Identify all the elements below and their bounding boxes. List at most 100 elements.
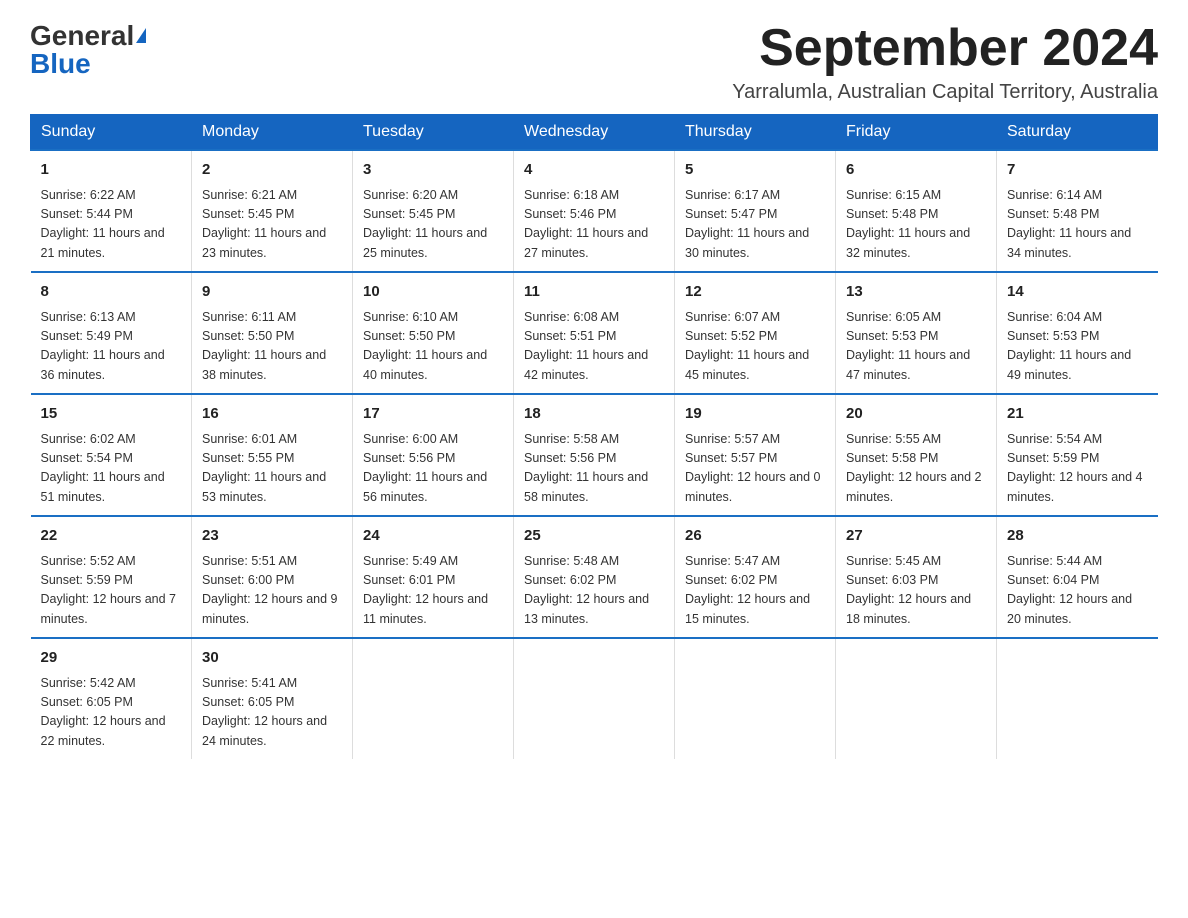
day-number: 28 — [1007, 525, 1148, 548]
day-number: 12 — [685, 281, 825, 304]
calendar-cell: 2Sunrise: 6:21 AMSunset: 5:45 PMDaylight… — [192, 150, 353, 272]
day-number: 17 — [363, 403, 503, 426]
header-row: SundayMondayTuesdayWednesdayThursdayFrid… — [31, 115, 1158, 151]
header-cell-friday: Friday — [836, 115, 997, 151]
day-number: 30 — [202, 647, 342, 670]
day-number: 3 — [363, 159, 503, 182]
day-info: Sunrise: 6:10 AMSunset: 5:50 PMDaylight:… — [363, 308, 503, 386]
day-number: 14 — [1007, 281, 1148, 304]
calendar-cell: 20 Sunrise: 5:55 AMSunset: 5:58 PMDayligh… — [836, 394, 997, 516]
day-info: Sunrise: 6:17 AMSunset: 5:47 PMDaylight:… — [685, 186, 825, 264]
calendar-cell: 27 Sunrise: 5:45 AMSunset: 6:03 PMDayligh… — [836, 516, 997, 638]
calendar-cell: 17 Sunrise: 6:00 AMSunset: 5:56 PMDayligh… — [353, 394, 514, 516]
day-info: Sunrise: 6:15 AMSunset: 5:48 PMDaylight:… — [846, 186, 986, 264]
day-info: Sunrise: 5:45 AMSunset: 6:03 PMDaylight:… — [846, 552, 986, 630]
day-info: Sunrise: 5:49 AMSunset: 6:01 PMDaylight:… — [363, 552, 503, 630]
calendar-cell: 18Sunrise: 5:58 AMSunset: 5:56 PMDayligh… — [514, 394, 675, 516]
day-info: Sunrise: 6:14 AMSunset: 5:48 PMDaylight:… — [1007, 186, 1148, 264]
calendar-cell: 28 Sunrise: 5:44 AMSunset: 6:04 PMDayligh… — [997, 516, 1158, 638]
calendar-cell: 11Sunrise: 6:08 AMSunset: 5:51 PMDayligh… — [514, 272, 675, 394]
subtitle: Yarralumla, Australian Capital Territory… — [732, 81, 1158, 104]
header-cell-sunday: Sunday — [31, 115, 192, 151]
calendar-cell: 8 Sunrise: 6:13 AMSunset: 5:49 PMDaylight… — [31, 272, 192, 394]
header-cell-tuesday: Tuesday — [353, 115, 514, 151]
calendar-cell: 4 Sunrise: 6:18 AMSunset: 5:46 PMDaylight… — [514, 150, 675, 272]
day-number: 9 — [202, 281, 342, 304]
day-info: Sunrise: 5:54 AMSunset: 5:59 PMDaylight:… — [1007, 430, 1148, 508]
main-title: September 2024 — [732, 20, 1158, 77]
logo: General Blue — [30, 20, 146, 80]
calendar-body: 1Sunrise: 6:22 AMSunset: 5:44 PMDaylight… — [31, 150, 1158, 759]
calendar-week-2: 8 Sunrise: 6:13 AMSunset: 5:49 PMDaylight… — [31, 272, 1158, 394]
day-number: 21 — [1007, 403, 1148, 426]
calendar-cell: 22Sunrise: 5:52 AMSunset: 5:59 PMDayligh… — [31, 516, 192, 638]
day-number: 8 — [41, 281, 182, 304]
day-number: 11 — [524, 281, 664, 304]
day-number: 5 — [685, 159, 825, 182]
day-info: Sunrise: 6:20 AMSunset: 5:45 PMDaylight:… — [363, 186, 503, 264]
calendar-cell: 5 Sunrise: 6:17 AMSunset: 5:47 PMDaylight… — [675, 150, 836, 272]
day-info: Sunrise: 5:47 AMSunset: 6:02 PMDaylight:… — [685, 552, 825, 630]
day-info: Sunrise: 5:48 AMSunset: 6:02 PMDaylight:… — [524, 552, 664, 630]
day-number: 29 — [41, 647, 182, 670]
calendar-cell — [997, 638, 1158, 759]
day-info: Sunrise: 6:21 AMSunset: 5:45 PMDaylight:… — [202, 186, 342, 264]
calendar-week-5: 29Sunrise: 5:42 AMSunset: 6:05 PMDayligh… — [31, 638, 1158, 759]
day-info: Sunrise: 6:18 AMSunset: 5:46 PMDaylight:… — [524, 186, 664, 264]
calendar-table: SundayMondayTuesdayWednesdayThursdayFrid… — [30, 114, 1158, 759]
day-number: 22 — [41, 525, 182, 548]
header-cell-monday: Monday — [192, 115, 353, 151]
header-cell-wednesday: Wednesday — [514, 115, 675, 151]
day-info: Sunrise: 5:57 AMSunset: 5:57 PMDaylight:… — [685, 430, 825, 508]
calendar-week-3: 15 Sunrise: 6:02 AMSunset: 5:54 PMDayligh… — [31, 394, 1158, 516]
day-number: 4 — [524, 159, 664, 182]
title-block: September 2024 Yarralumla, Australian Ca… — [732, 20, 1158, 104]
day-info: Sunrise: 6:05 AMSunset: 5:53 PMDaylight:… — [846, 308, 986, 386]
day-info: Sunrise: 6:13 AMSunset: 5:49 PMDaylight:… — [41, 308, 182, 386]
calendar-cell: 25 Sunrise: 5:48 AMSunset: 6:02 PMDayligh… — [514, 516, 675, 638]
calendar-cell: 6Sunrise: 6:15 AMSunset: 5:48 PMDaylight… — [836, 150, 997, 272]
day-number: 15 — [41, 403, 182, 426]
day-number: 13 — [846, 281, 986, 304]
day-info: Sunrise: 6:07 AMSunset: 5:52 PMDaylight:… — [685, 308, 825, 386]
day-number: 25 — [524, 525, 664, 548]
calendar-cell: 3 Sunrise: 6:20 AMSunset: 5:45 PMDaylight… — [353, 150, 514, 272]
calendar-header: SundayMondayTuesdayWednesdayThursdayFrid… — [31, 115, 1158, 151]
calendar-cell: 13 Sunrise: 6:05 AMSunset: 5:53 PMDayligh… — [836, 272, 997, 394]
calendar-cell: 9 Sunrise: 6:11 AMSunset: 5:50 PMDaylight… — [192, 272, 353, 394]
day-number: 27 — [846, 525, 986, 548]
header-cell-thursday: Thursday — [675, 115, 836, 151]
calendar-cell: 29Sunrise: 5:42 AMSunset: 6:05 PMDayligh… — [31, 638, 192, 759]
day-info: Sunrise: 6:22 AMSunset: 5:44 PMDaylight:… — [41, 186, 182, 264]
calendar-cell — [836, 638, 997, 759]
calendar-cell: 23 Sunrise: 5:51 AMSunset: 6:00 PMDayligh… — [192, 516, 353, 638]
logo-blue-text: Blue — [30, 48, 91, 80]
day-number: 19 — [685, 403, 825, 426]
day-info: Sunrise: 5:51 AMSunset: 6:00 PMDaylight:… — [202, 552, 342, 630]
day-number: 23 — [202, 525, 342, 548]
day-number: 24 — [363, 525, 503, 548]
header-cell-saturday: Saturday — [997, 115, 1158, 151]
day-number: 7 — [1007, 159, 1148, 182]
day-info: Sunrise: 6:02 AMSunset: 5:54 PMDaylight:… — [41, 430, 182, 508]
page-header: General Blue September 2024 Yarralumla, … — [30, 20, 1158, 104]
calendar-week-1: 1Sunrise: 6:22 AMSunset: 5:44 PMDaylight… — [31, 150, 1158, 272]
calendar-cell — [675, 638, 836, 759]
calendar-cell: 16Sunrise: 6:01 AMSunset: 5:55 PMDayligh… — [192, 394, 353, 516]
day-number: 20 — [846, 403, 986, 426]
calendar-cell: 14Sunrise: 6:04 AMSunset: 5:53 PMDayligh… — [997, 272, 1158, 394]
calendar-cell — [514, 638, 675, 759]
calendar-cell: 12 Sunrise: 6:07 AMSunset: 5:52 PMDayligh… — [675, 272, 836, 394]
calendar-cell: 30Sunrise: 5:41 AMSunset: 6:05 PMDayligh… — [192, 638, 353, 759]
day-info: Sunrise: 6:00 AMSunset: 5:56 PMDaylight:… — [363, 430, 503, 508]
day-number: 10 — [363, 281, 503, 304]
calendar-cell: 19 Sunrise: 5:57 AMSunset: 5:57 PMDayligh… — [675, 394, 836, 516]
day-info: Sunrise: 6:01 AMSunset: 5:55 PMDaylight:… — [202, 430, 342, 508]
calendar-cell: 1Sunrise: 6:22 AMSunset: 5:44 PMDaylight… — [31, 150, 192, 272]
calendar-cell: 10 Sunrise: 6:10 AMSunset: 5:50 PMDayligh… — [353, 272, 514, 394]
day-info: Sunrise: 5:58 AMSunset: 5:56 PMDaylight:… — [524, 430, 664, 508]
day-info: Sunrise: 5:44 AMSunset: 6:04 PMDaylight:… — [1007, 552, 1148, 630]
calendar-cell: 21 Sunrise: 5:54 AMSunset: 5:59 PMDayligh… — [997, 394, 1158, 516]
day-info: Sunrise: 5:55 AMSunset: 5:58 PMDaylight:… — [846, 430, 986, 508]
day-info: Sunrise: 6:11 AMSunset: 5:50 PMDaylight:… — [202, 308, 342, 386]
